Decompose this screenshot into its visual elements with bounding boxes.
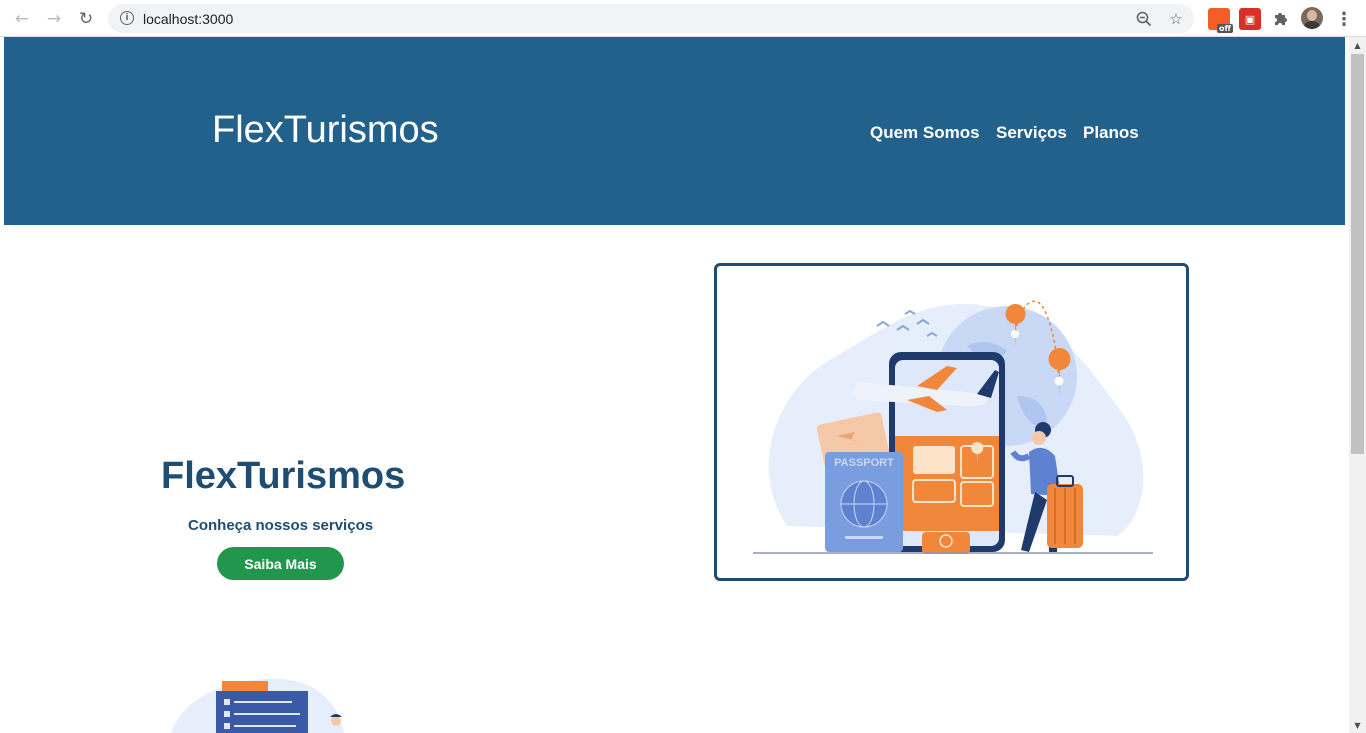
hero-subtitle: Conheça nossos serviços (188, 517, 374, 534)
back-button[interactable]: ← (10, 7, 34, 31)
scrollbar-thumb[interactable] (1351, 54, 1364, 454)
extension-off-icon[interactable]: off (1208, 8, 1233, 33)
site-header: FlexTurismos Quem Somos Serviços Planos (4, 37, 1345, 225)
forward-button[interactable]: → (42, 7, 66, 31)
saiba-mais-button[interactable]: Saiba Mais (217, 547, 344, 580)
bookmark-star-icon[interactable]: ☆ (1166, 9, 1186, 29)
nav-servicos[interactable]: Serviços (996, 123, 1067, 143)
passport-text: PASSPORT (834, 457, 894, 469)
zoom-icon[interactable] (1134, 9, 1154, 29)
page-scrollbar[interactable]: ▲ ▼ (1349, 37, 1366, 733)
travel-illustration: PASSPORT (753, 300, 1153, 554)
nav-planos[interactable]: Planos (1083, 123, 1139, 143)
extension-red-icon[interactable]: ▣ (1239, 8, 1261, 30)
header-brand[interactable]: FlexTurismos (212, 109, 439, 152)
browser-menu-icon[interactable]: ⋮ (1335, 8, 1353, 30)
url-text: localhost:3000 (143, 11, 234, 27)
address-bar[interactable]: i localhost:3000 ☆ (108, 4, 1194, 33)
hero-illustration-card: PASSPORT (714, 263, 1189, 581)
nav-quem-somos[interactable]: Quem Somos (870, 123, 980, 143)
profile-avatar[interactable] (1301, 7, 1323, 29)
reload-button[interactable]: ↻ (74, 7, 98, 31)
hero-title: FlexTurismos (161, 455, 406, 497)
scroll-up-arrow[interactable]: ▲ (1349, 37, 1366, 53)
page-viewport: FlexTurismos Quem Somos Serviços Planos … (0, 37, 1366, 733)
scroll-down-arrow[interactable]: ▼ (1349, 717, 1366, 733)
lower-illustration (171, 678, 345, 733)
extensions-puzzle-icon[interactable] (1269, 8, 1291, 30)
site-info-icon[interactable]: i (120, 11, 134, 25)
extension-off-badge: off (1217, 24, 1233, 33)
browser-toolbar: ← → ↻ i localhost:3000 ☆ off ▣ ⋮ (0, 0, 1366, 37)
